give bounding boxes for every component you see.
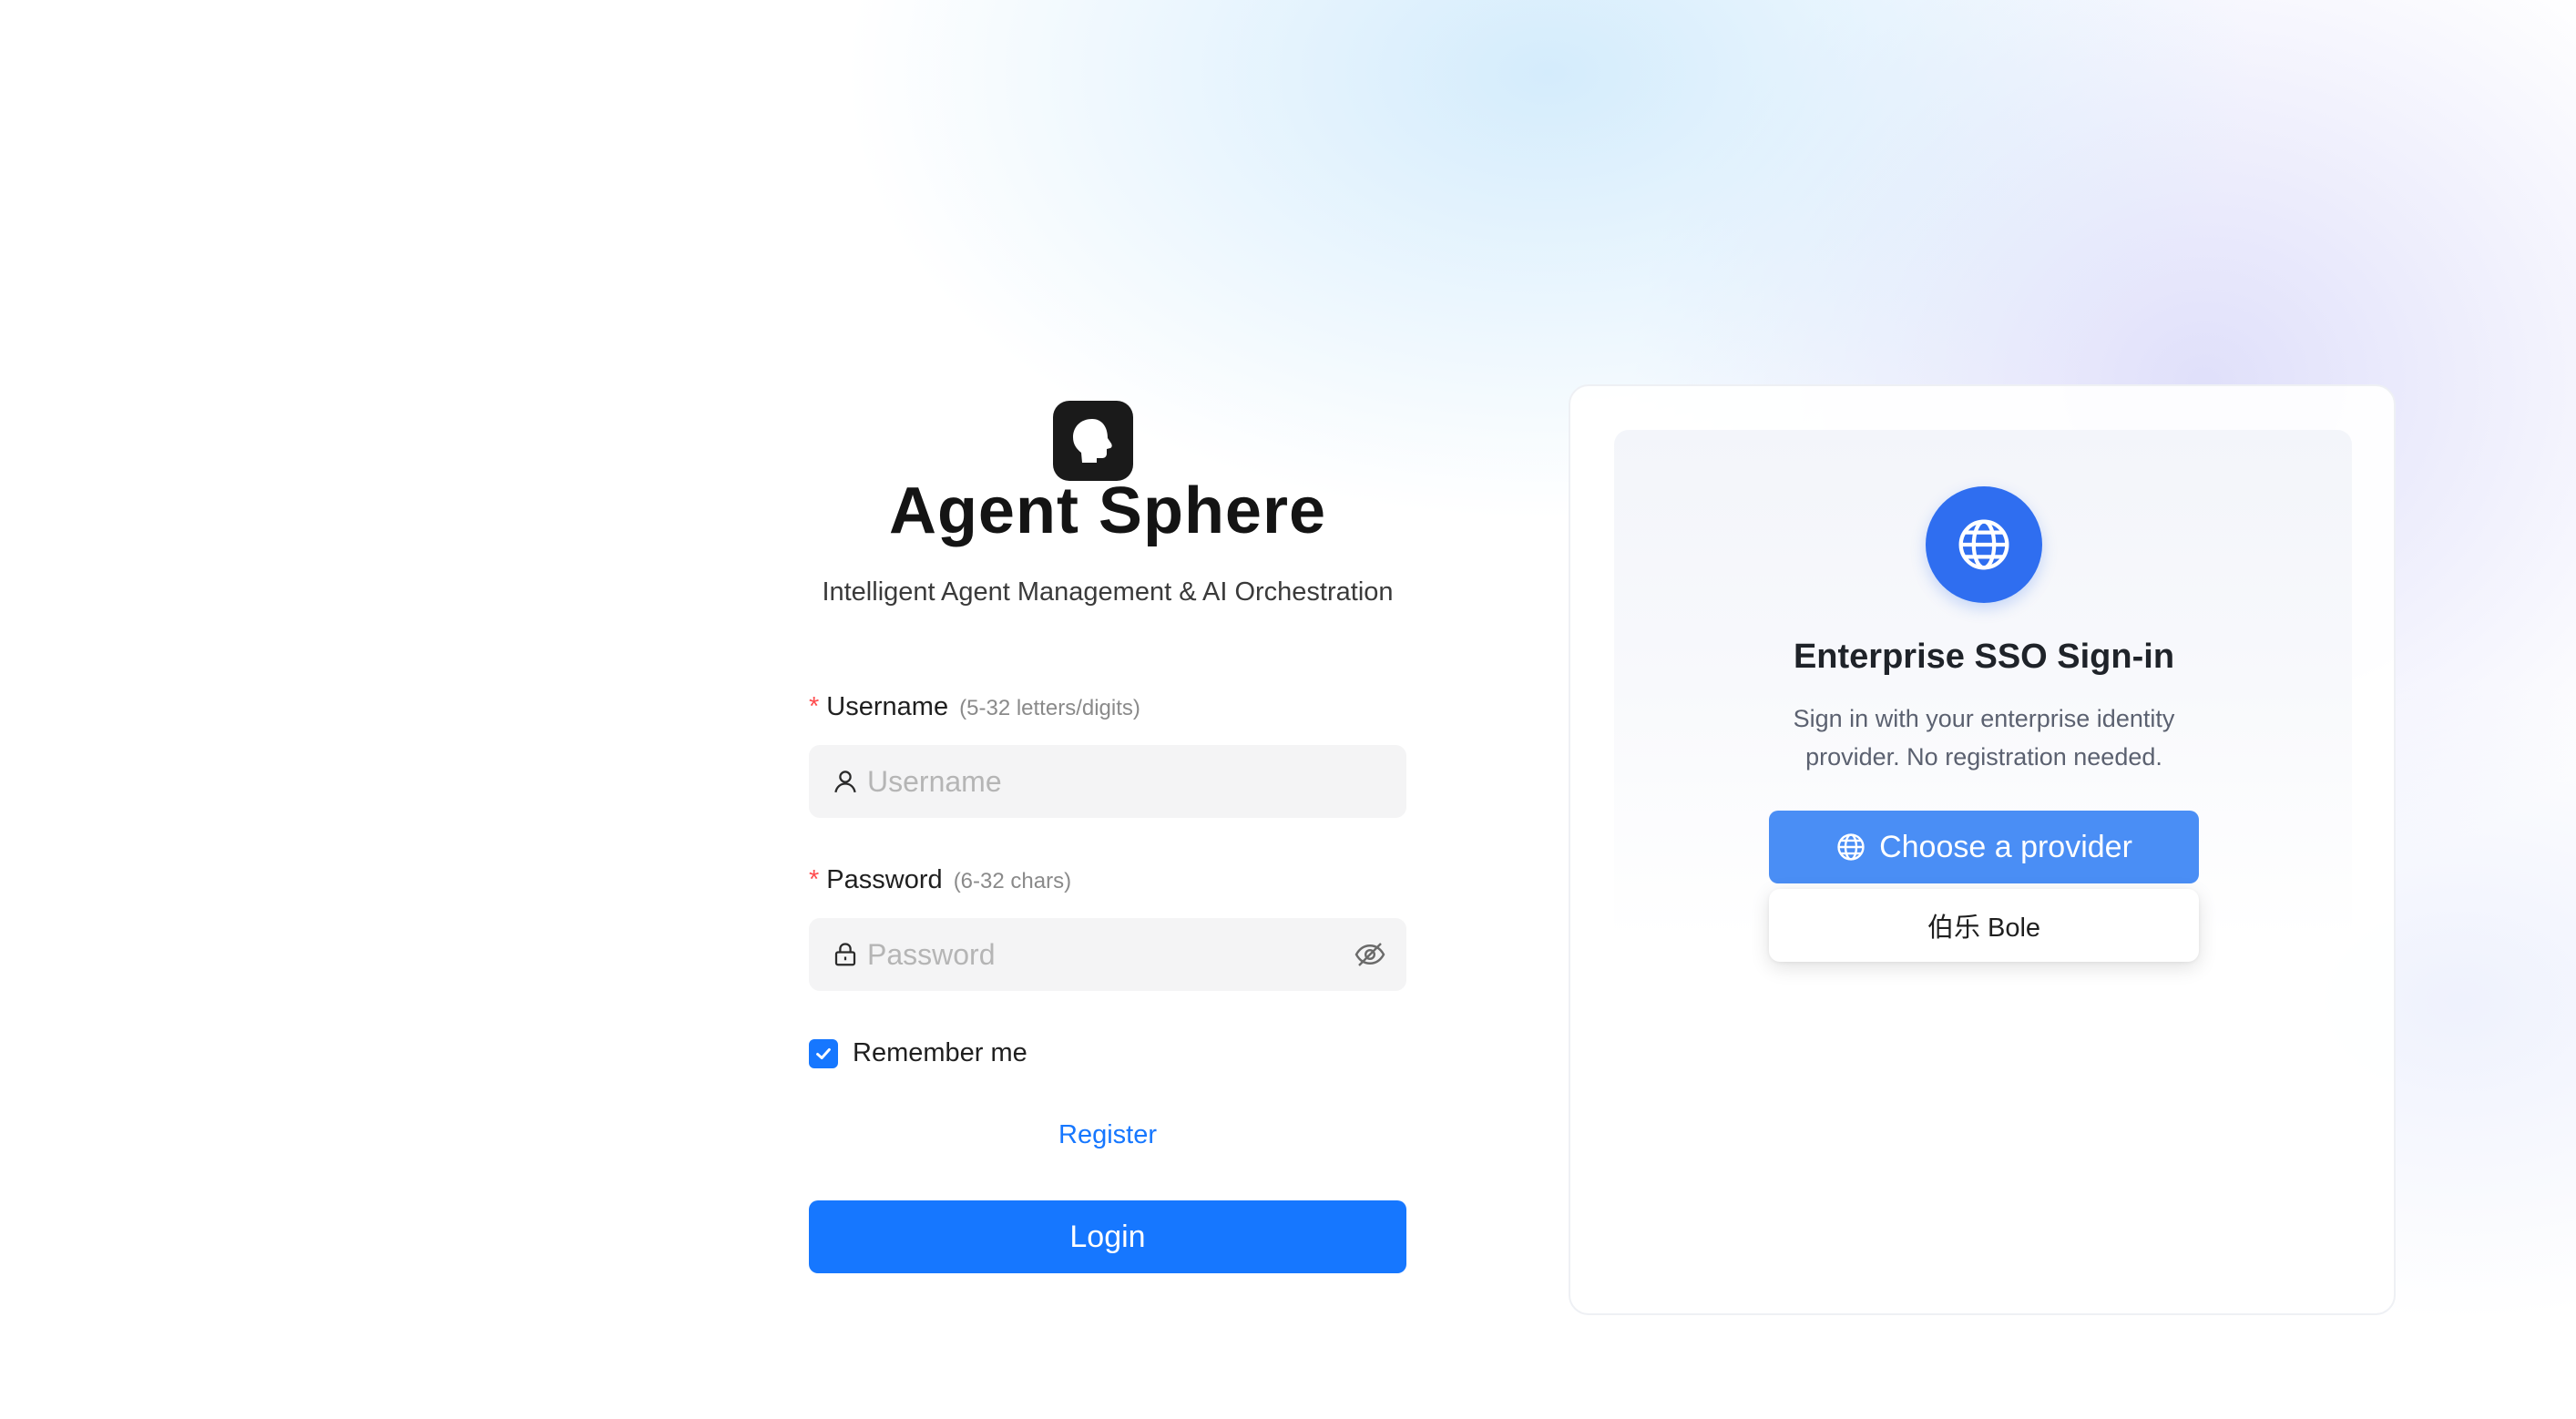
globe-icon <box>1835 832 1866 863</box>
app-logo <box>1053 401 1133 481</box>
password-input[interactable] <box>867 937 1341 972</box>
remember-checkbox[interactable] <box>809 1038 838 1068</box>
globe-badge <box>1926 486 2042 603</box>
sso-description: Sign in with your enterprise identity pr… <box>1793 705 2175 771</box>
remember-me[interactable]: Remember me <box>809 1038 1027 1068</box>
provider-option-bole[interactable]: 伯乐 Bole <box>1769 889 2199 962</box>
required-mark: * <box>809 865 820 894</box>
password-label: * Password (6-32 chars) <box>809 865 1071 895</box>
choose-provider-button[interactable]: Choose a provider <box>1769 811 2199 883</box>
username-hint: (5-32 letters/digits) <box>959 696 1140 720</box>
app-title: Agent Sphere <box>888 475 1327 547</box>
username-field[interactable] <box>809 745 1406 818</box>
choose-provider-label: Choose a provider <box>1879 829 2132 864</box>
eye-slash-icon[interactable] <box>1354 938 1386 971</box>
password-field[interactable] <box>809 918 1406 991</box>
app-subtitle: Intelligent Agent Management & AI Orches… <box>822 577 1394 607</box>
check-icon <box>816 1047 831 1059</box>
head-silhouette-icon <box>1073 419 1112 463</box>
sso-title: Enterprise SSO Sign-in <box>1793 638 2175 676</box>
provider-dropdown: 伯乐 Bole <box>1769 889 2199 962</box>
lock-icon <box>831 940 860 969</box>
globe-icon <box>1958 519 2009 570</box>
remember-label: Remember me <box>853 1038 1027 1067</box>
login-button[interactable]: Login <box>809 1200 1406 1273</box>
user-icon <box>831 767 860 796</box>
username-label: * Username (5-32 letters/digits) <box>809 692 1140 722</box>
register-link[interactable]: Register <box>809 1120 1406 1150</box>
sso-card: Enterprise SSO Sign-in Sign in with your… <box>1569 384 2396 1315</box>
password-hint: (6-32 chars) <box>953 869 1072 893</box>
password-label-text: Password <box>826 865 943 894</box>
username-input[interactable] <box>867 764 1341 799</box>
required-mark: * <box>809 692 820 721</box>
username-label-text: Username <box>826 692 949 721</box>
